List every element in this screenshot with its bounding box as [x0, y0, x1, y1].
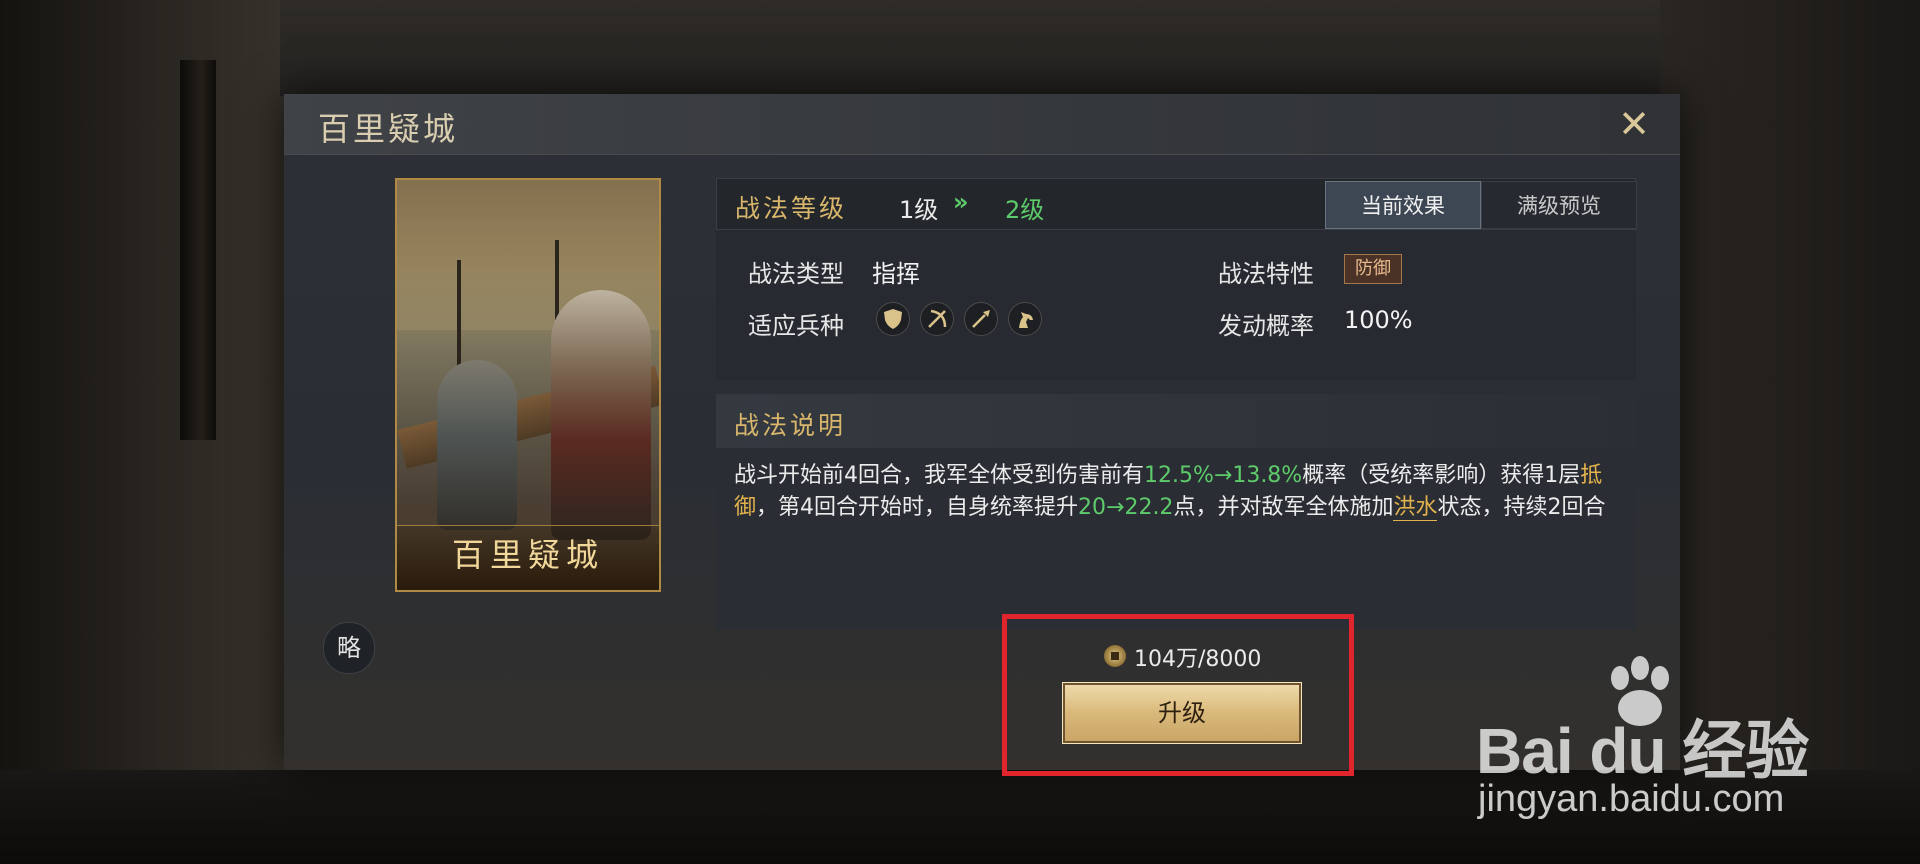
bow-icon	[920, 302, 954, 336]
close-x-icon: ✕	[1618, 102, 1650, 146]
annotation-highlight-box	[1002, 614, 1354, 776]
description-panel: 战法说明 战斗开始前4回合，我军全体受到伤害前有12.5%→13.8%概率（受统…	[716, 394, 1636, 630]
dialog-title: 百里疑城	[318, 110, 459, 148]
tactic-trait-badge: 防御	[1344, 254, 1402, 284]
trigger-rate-value: 100%	[1344, 306, 1413, 334]
description-segment: 点，并对敌军全体施加	[1173, 495, 1394, 520]
description-text: 战斗开始前4回合，我军全体受到伤害前有12.5%→13.8%概率（受统率影响）获…	[734, 460, 1624, 524]
description-title: 战法说明	[734, 411, 847, 440]
level-current: 1级	[899, 196, 939, 224]
level-label: 战法等级	[735, 194, 848, 223]
watermark-url: jingyan.baidu.com	[1478, 778, 1785, 820]
unit-types-label: 适应兵种	[748, 312, 844, 340]
horse-icon	[1008, 302, 1042, 336]
keyword-flood[interactable]: 洪水	[1393, 495, 1438, 521]
dialog-header: 百里疑城 ✕	[284, 94, 1680, 155]
tactic-type-label: 战法类型	[748, 260, 844, 288]
description-segment: 概率（受统率影响）获得1层	[1302, 463, 1581, 488]
background-top	[280, 0, 1680, 96]
level-bar: 战法等级 1级 » 2级 当前效果 满级预览	[716, 178, 1637, 230]
close-button[interactable]: ✕	[1614, 104, 1654, 144]
tactic-trait-label: 战法特性	[1218, 260, 1314, 288]
abbreviation-button[interactable]: 略	[323, 622, 375, 674]
level-arrow-icon: »	[953, 188, 969, 216]
command-increase-value: 20→22.2	[1078, 495, 1174, 520]
description-segment: 战斗开始前4回合，我军全体受到伤害前有	[734, 463, 1144, 488]
card-name: 百里疑城	[451, 536, 604, 574]
background-pillar	[180, 60, 216, 440]
tactic-detail-dialog: 百里疑城 ✕ 百里疑城 略 战法等级 1级 » 2级 当前效果 满级预览 战法类…	[284, 94, 1680, 770]
damage-reduction-value: 12.5%→13.8%	[1144, 463, 1303, 488]
description-segment: 状态，持续2回合	[1437, 495, 1606, 520]
description-segment: ，第4回合开始时，自身统率提升	[756, 495, 1079, 520]
card-art-general	[551, 290, 651, 540]
tactic-type-value: 指挥	[872, 260, 920, 288]
tab-max-level-preview[interactable]: 满级预览	[1481, 181, 1637, 229]
tab-current-effect[interactable]: 当前效果	[1325, 181, 1481, 229]
level-next: 2级	[1005, 196, 1045, 224]
card-art-soldier	[437, 360, 517, 530]
tactic-card: 百里疑城	[395, 178, 661, 592]
trigger-rate-label: 发动概率	[1218, 312, 1314, 340]
spear-icon	[964, 302, 998, 336]
attribute-panel: 战法类型 指挥 战法特性 防御 适应兵种 发动概率 100%	[716, 230, 1636, 380]
background-left	[0, 0, 290, 864]
shield-icon	[876, 302, 910, 336]
description-header: 战法说明	[716, 394, 1636, 448]
